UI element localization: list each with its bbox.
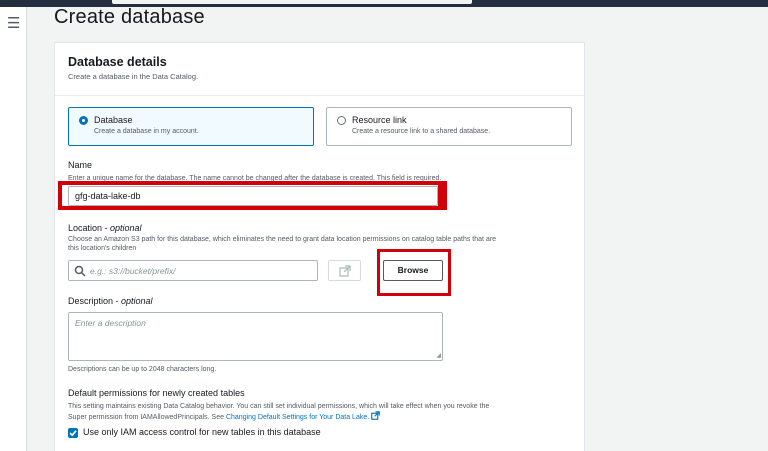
page-title: Create database — [54, 6, 205, 28]
iam-access-checkbox-label[interactable]: Use only IAM access control for new tabl… — [83, 427, 321, 437]
search-icon — [74, 265, 86, 277]
location-placeholder: e.g.: s3://bucket/prefix/ — [90, 266, 176, 276]
checkmark-icon — [69, 430, 77, 437]
database-radio[interactable] — [79, 116, 88, 125]
description-constraint: Descriptions can be up to 2048 character… — [68, 366, 217, 373]
description-optional: optional — [121, 296, 153, 306]
resource-link-tile[interactable]: Resource link Create a resource link to … — [326, 107, 572, 146]
side-navigation: ☰ — [0, 7, 27, 451]
resize-handle-icon[interactable]: ◢ — [436, 352, 441, 359]
external-link-icon[interactable] — [371, 411, 380, 420]
description-label: Description - optional — [68, 296, 153, 306]
name-highlight-box — [58, 181, 447, 210]
description-label-text: Description — [68, 296, 114, 306]
database-type-tile[interactable]: Database Create a database in my account… — [68, 107, 314, 146]
external-link-icon — [339, 265, 351, 277]
resource-link-radio-label: Resource link — [352, 115, 407, 125]
database-radio-description: Create a database in my account. — [94, 128, 199, 135]
resource-link-radio[interactable] — [337, 116, 346, 125]
iam-access-checkbox[interactable] — [68, 428, 78, 438]
panel-header: Database details Create a database in th… — [55, 43, 584, 96]
permissions-label: Default permissions for newly created ta… — [68, 388, 245, 398]
location-help-line-1: Choose an Amazon S3 path for this databa… — [68, 236, 497, 243]
panel-description: Create a database in the Data Catalog. — [68, 72, 199, 81]
console-search-bar[interactable] — [112, 0, 472, 4]
default-settings-link[interactable]: Changing Default Settings for Your Data … — [226, 414, 369, 421]
permissions-help-line-2: Super permission from IAMAllowedPrincipa… — [68, 411, 489, 422]
database-radio-label: Database — [94, 115, 133, 125]
open-location-button[interactable] — [328, 260, 361, 281]
panel-title: Database details — [68, 55, 167, 69]
location-input[interactable]: e.g.: s3://bucket/prefix/ — [68, 260, 318, 281]
description-textarea[interactable]: Enter a description ◢ — [68, 312, 443, 361]
menu-icon[interactable]: ☰ — [7, 16, 20, 31]
location-label-text: Location — [68, 223, 103, 233]
location-optional: optional — [110, 223, 142, 233]
database-details-panel: Database details Create a database in th… — [54, 42, 585, 451]
browse-highlight-box — [377, 249, 451, 296]
resource-link-radio-description: Create a resource link to a shared datab… — [352, 128, 491, 135]
name-label: Name — [68, 160, 93, 170]
permissions-help: This setting maintains existing Data Cat… — [68, 402, 489, 422]
permissions-help-line-1: This setting maintains existing Data Cat… — [68, 403, 490, 410]
permissions-help-prefix: Super permission from IAMAllowedPrincipa… — [68, 414, 225, 421]
location-label: Location - optional — [68, 223, 142, 233]
description-placeholder: Enter a description — [75, 318, 146, 328]
